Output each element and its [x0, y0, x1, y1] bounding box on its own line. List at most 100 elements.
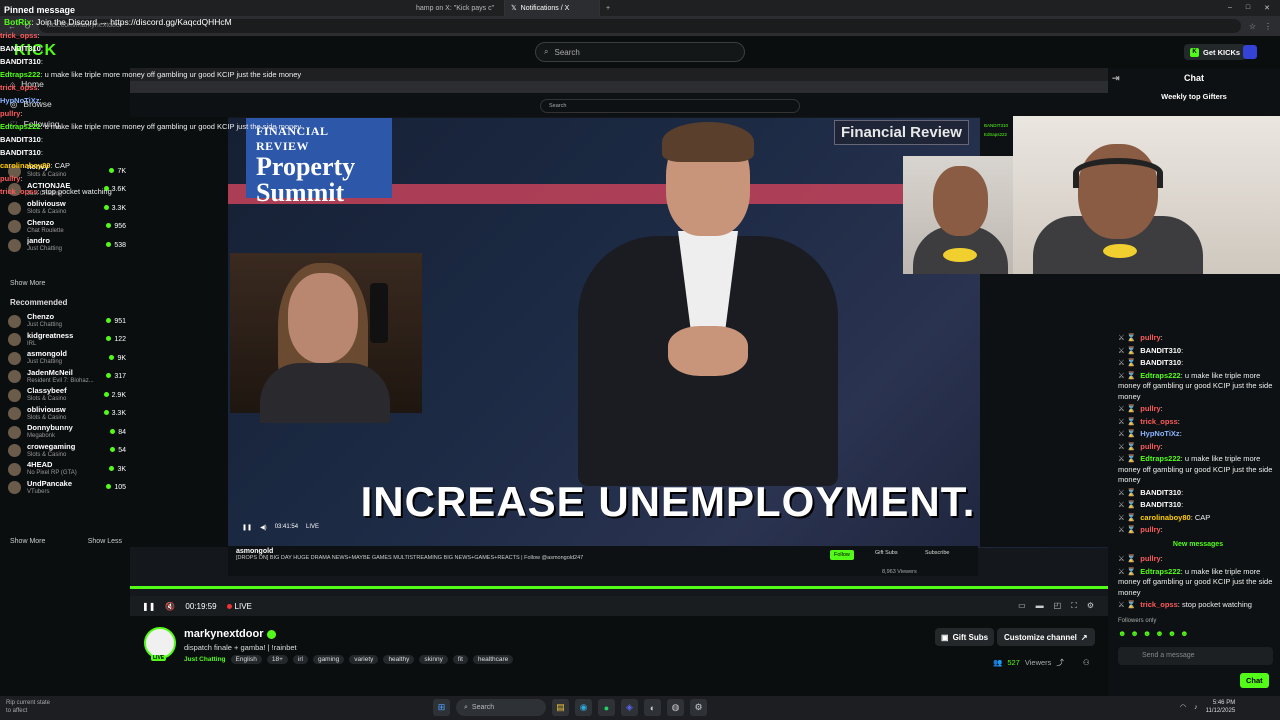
show-more-button[interactable]: Show More — [10, 538, 45, 545]
volume-icon[interactable]: ♪ — [1194, 704, 1198, 711]
windows-start-icon[interactable]: ⊞ — [433, 699, 450, 716]
chat-username[interactable]: carolinaboy80 — [0, 161, 50, 170]
star-icon[interactable]: ☆ — [1249, 22, 1256, 31]
pip-icon[interactable]: ◰ — [1054, 601, 1062, 611]
chat-username[interactable]: BANDIT310 — [1140, 500, 1181, 509]
browser-tab[interactable]: hamp on X: "Kick pays c" — [410, 0, 505, 16]
chat-username[interactable]: BANDIT310 — [1140, 488, 1181, 497]
chat-username[interactable]: Edtraps222 — [1140, 371, 1180, 380]
extensions-icon[interactable]: ⋮ — [1264, 22, 1272, 31]
file-explorer-icon[interactable]: ▤ — [552, 699, 569, 716]
category-link[interactable]: Just Chatting — [184, 655, 226, 664]
get-kicks-button[interactable]: K Get KICKs — [1184, 44, 1247, 60]
emote-icon[interactable]: ☻ — [1168, 629, 1176, 640]
chat-username[interactable]: pullry — [1140, 333, 1160, 342]
chat-username[interactable]: trick_opss — [0, 187, 38, 196]
collapse-chat-icon[interactable]: ⇥ — [1112, 73, 1120, 84]
emote-icon[interactable]: ☻ — [1180, 629, 1188, 640]
chat-username[interactable]: pullry — [1140, 554, 1160, 563]
customize-channel-button[interactable]: Customize channel ↗ — [997, 628, 1095, 646]
settings-gear-icon[interactable]: ⚙ — [1087, 601, 1094, 611]
chat-username[interactable]: BANDIT310 — [0, 57, 41, 66]
emote-icon[interactable]: ☻ — [1155, 629, 1163, 640]
settings-gear-icon[interactable]: ⚙ — [690, 699, 707, 716]
sidebar-channel-chenzo[interactable]: Chenzo Chat Roulette 956 — [8, 218, 126, 236]
browser-icon[interactable]: ◉ — [575, 699, 592, 716]
fullscreen-icon[interactable]: ⛶ — [1071, 601, 1077, 611]
sidebar-channel-asmongold[interactable]: asmongold Just Chatting 9K — [8, 349, 126, 367]
chat-username[interactable]: BANDIT310 — [1140, 358, 1181, 367]
discord-icon[interactable]: ◈ — [621, 699, 638, 716]
user-avatar[interactable] — [1243, 45, 1257, 59]
wifi-icon[interactable]: ◠ — [1180, 703, 1186, 711]
chat-username[interactable]: trick_opss — [1140, 600, 1178, 609]
browser-tab-active[interactable]: 𝕏 Notifications / X — [505, 0, 600, 16]
sidebar-channel-donnybunny[interactable]: Donnybunny Megabonk 84 — [8, 423, 126, 441]
volume-mute-icon[interactable]: 🔇 — [165, 602, 175, 611]
chat-username[interactable]: BANDIT310 — [0, 148, 41, 157]
chat-username[interactable]: Edtraps222 — [1140, 454, 1180, 463]
new-tab-plus-icon[interactable]: + — [600, 5, 616, 12]
chat-username[interactable]: carolinaboy80 — [1140, 513, 1190, 522]
chat-username[interactable]: pullry — [1140, 404, 1160, 413]
emote-icon[interactable]: ☻ — [1130, 629, 1138, 640]
maximize-icon[interactable]: □ — [1246, 4, 1250, 12]
new-messages-divider[interactable]: New messages — [1118, 540, 1278, 551]
taskbar-search[interactable]: ⌕ Search — [456, 699, 546, 716]
chat-input[interactable]: Send a message — [1118, 647, 1273, 665]
tag-chip[interactable]: English — [230, 655, 262, 664]
taskbar-widget[interactable]: Rip current state to affect — [6, 699, 50, 715]
user-settings-icon[interactable]: ⚇ — [1083, 658, 1090, 667]
spotify-icon[interactable]: ● — [598, 699, 615, 716]
chat-username[interactable]: pullry — [0, 174, 20, 183]
tag-chip[interactable]: 18+ — [266, 655, 288, 664]
minimize-icon[interactable]: – — [1228, 4, 1232, 12]
close-icon[interactable]: ✕ — [1264, 4, 1270, 12]
sidebar-channel-obliviousw[interactable]: obliviousw Slots & Casino 3.3K — [8, 199, 126, 217]
chat-username[interactable]: Edtraps222 — [0, 70, 40, 79]
chat-username[interactable]: Edtraps222 — [0, 122, 40, 131]
chat-username[interactable]: pullry — [1140, 525, 1160, 534]
sidebar-channel-obliviousw[interactable]: obliviousw Slots & Casino 3.3K — [8, 405, 126, 423]
share-icon[interactable]: ⤴ — [1056, 657, 1064, 668]
emote-icon[interactable]: ☻ — [1143, 629, 1151, 640]
sidebar-channel-4head[interactable]: 4HEAD No Pixel RP (GTA) 3K — [8, 460, 126, 478]
chat-username[interactable]: pullry — [0, 109, 20, 118]
emote-icon[interactable]: ☻ — [1118, 629, 1126, 640]
tag-chip[interactable]: healthy — [383, 655, 415, 664]
sidebar-channel-kidgreatness[interactable]: kidgreatness IRL 122 — [8, 331, 126, 349]
sidebar-channel-jandro[interactable]: jandro Just Chatting 538 — [8, 236, 126, 254]
search-input[interactable]: ⌕ Search — [535, 42, 745, 62]
theater-icon[interactable]: ▬ — [1036, 601, 1044, 611]
tag-chip[interactable]: fit — [452, 655, 468, 664]
steam-icon[interactable]: ◐ — [644, 699, 661, 716]
clip-icon[interactable]: ▭ — [1018, 601, 1026, 611]
video-progress-bar[interactable] — [130, 586, 1108, 589]
gift-subs-button[interactable]: ▣ Gift Subs — [935, 628, 995, 646]
chat-username[interactable]: BANDIT310 — [0, 135, 41, 144]
sidebar-channel-classybeef[interactable]: Classybeef Slots & Casino 2.9K — [8, 386, 126, 404]
chat-username[interactable]: BANDIT310 — [0, 44, 41, 53]
show-less-button[interactable]: Show Less — [88, 538, 122, 545]
chat-username[interactable]: trick_opss — [0, 31, 38, 40]
sidebar-channel-chenzo[interactable]: Chenzo Just Chatting 951 — [8, 312, 126, 330]
tag-chip[interactable]: skinny — [419, 655, 448, 664]
sidebar-channel-crowegaming[interactable]: crowegaming Slots & Casino 54 — [8, 442, 126, 460]
channel-name[interactable]: markynextdoor — [184, 628, 263, 640]
tag-chip[interactable]: variety — [349, 655, 379, 664]
sidebar-channel-jadenmcneil[interactable]: JadenMcNeil Resident Evil 7: Biohaz... 317 — [8, 368, 126, 386]
chat-username[interactable]: Edtraps222 — [1140, 567, 1180, 576]
chat-username[interactable]: HypNoTiXz — [0, 96, 39, 105]
chat-send-button[interactable]: Chat — [1240, 673, 1269, 688]
chat-username[interactable]: pullry — [1140, 442, 1160, 451]
taskbar-clock[interactable]: 5:46 PM 11/12/2025 — [1206, 699, 1236, 715]
tag-chip[interactable]: irl — [292, 655, 308, 664]
chat-username[interactable]: trick_opss — [1140, 417, 1178, 426]
show-more-button[interactable]: Show More — [10, 280, 45, 287]
chat-username[interactable]: HypNoTiXz — [1140, 429, 1179, 438]
obs-icon[interactable]: ◍ — [667, 699, 684, 716]
sidebar-channel-undpancake[interactable]: UndPancake VTubers 105 — [8, 479, 126, 497]
tag-chip[interactable]: gaming — [312, 655, 345, 664]
chat-username[interactable]: trick_opss — [0, 83, 38, 92]
chat-username[interactable]: BANDIT310 — [1140, 346, 1181, 355]
